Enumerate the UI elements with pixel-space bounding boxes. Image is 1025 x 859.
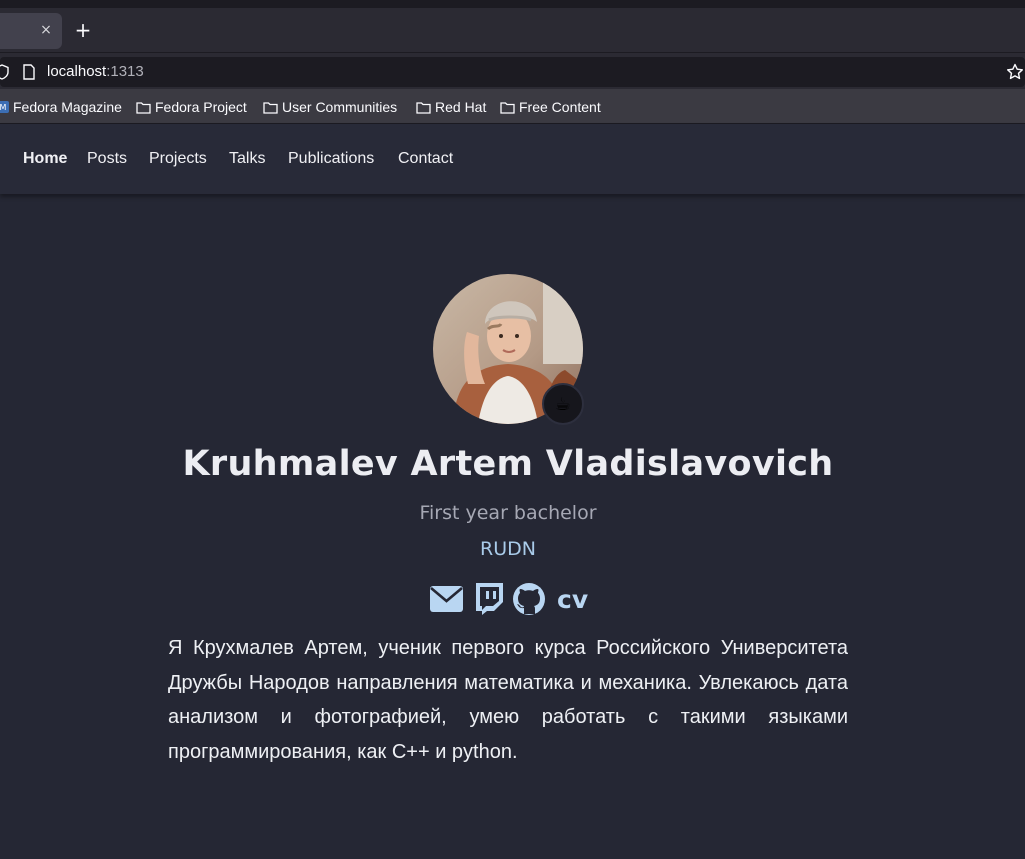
folder-icon (416, 101, 431, 114)
bookmark-label: User Communities (282, 99, 398, 115)
profile-bio: Я Крухмалев Артем, ученик первого курса … (168, 637, 848, 764)
twitch-icon[interactable] (473, 583, 503, 615)
url-host: localhost (47, 63, 107, 80)
nav-talks[interactable]: Talks (229, 150, 265, 168)
social-links: cv (430, 582, 588, 616)
envelope-icon[interactable] (430, 586, 463, 612)
tab-bar: × + (0, 8, 1025, 52)
fedora-magazine-icon: M (0, 101, 9, 113)
url-text[interactable]: localhost:1313 (47, 63, 144, 80)
bookmark-fedora-project[interactable]: Fedora Project (136, 98, 247, 116)
bookmark-red-hat[interactable]: Red Hat (416, 98, 486, 116)
folder-icon (136, 101, 151, 114)
nav-projects[interactable]: Projects (149, 150, 207, 168)
nav-posts[interactable]: Posts (87, 150, 127, 168)
profile-name: Kruhmalev Artem Vladislavovich (182, 444, 834, 484)
nav-contact[interactable]: Contact (398, 150, 453, 168)
new-tab-button[interactable]: + (72, 20, 94, 42)
bookmark-user-communities[interactable]: User Communities (263, 98, 397, 116)
folder-icon (500, 101, 515, 114)
nav-home[interactable]: Home (23, 150, 67, 168)
profile-role: First year bachelor (419, 502, 597, 524)
navigation-toolbar: localhost:1313 (0, 52, 1025, 89)
coffee-badge: ☕ (542, 383, 584, 425)
close-tab-icon[interactable]: × (38, 22, 54, 38)
shield-icon[interactable] (0, 64, 9, 80)
page-icon (23, 64, 35, 80)
url-bar[interactable]: localhost:1313 (0, 57, 1025, 87)
profile-organization-link[interactable]: RUDN (0, 538, 1016, 560)
url-port: :1313 (106, 63, 144, 80)
bookmark-star-icon[interactable] (1006, 63, 1024, 81)
bookmark-label: Red Hat (435, 99, 487, 115)
cv-link[interactable]: cv (557, 585, 588, 614)
bookmark-label: Free Content (519, 99, 601, 115)
bookmark-fedora-magazine[interactable]: M Fedora Magazine (0, 98, 122, 116)
svg-text:M: M (0, 103, 7, 112)
browser-tab[interactable]: × (0, 13, 62, 49)
bookmarks-toolbar: M Fedora Magazine Fedora Project User Co… (0, 89, 1025, 124)
window-top-strip (0, 0, 1025, 8)
nav-publications[interactable]: Publications (288, 150, 374, 168)
bookmark-free-content[interactable]: Free Content (500, 98, 601, 116)
github-icon[interactable] (513, 583, 545, 615)
site-navbar: Home Posts Projects Talks Publications C… (0, 124, 1025, 194)
bookmark-label: Fedora Magazine (13, 99, 122, 115)
folder-icon (263, 101, 278, 114)
bookmark-label: Fedora Project (155, 99, 247, 115)
